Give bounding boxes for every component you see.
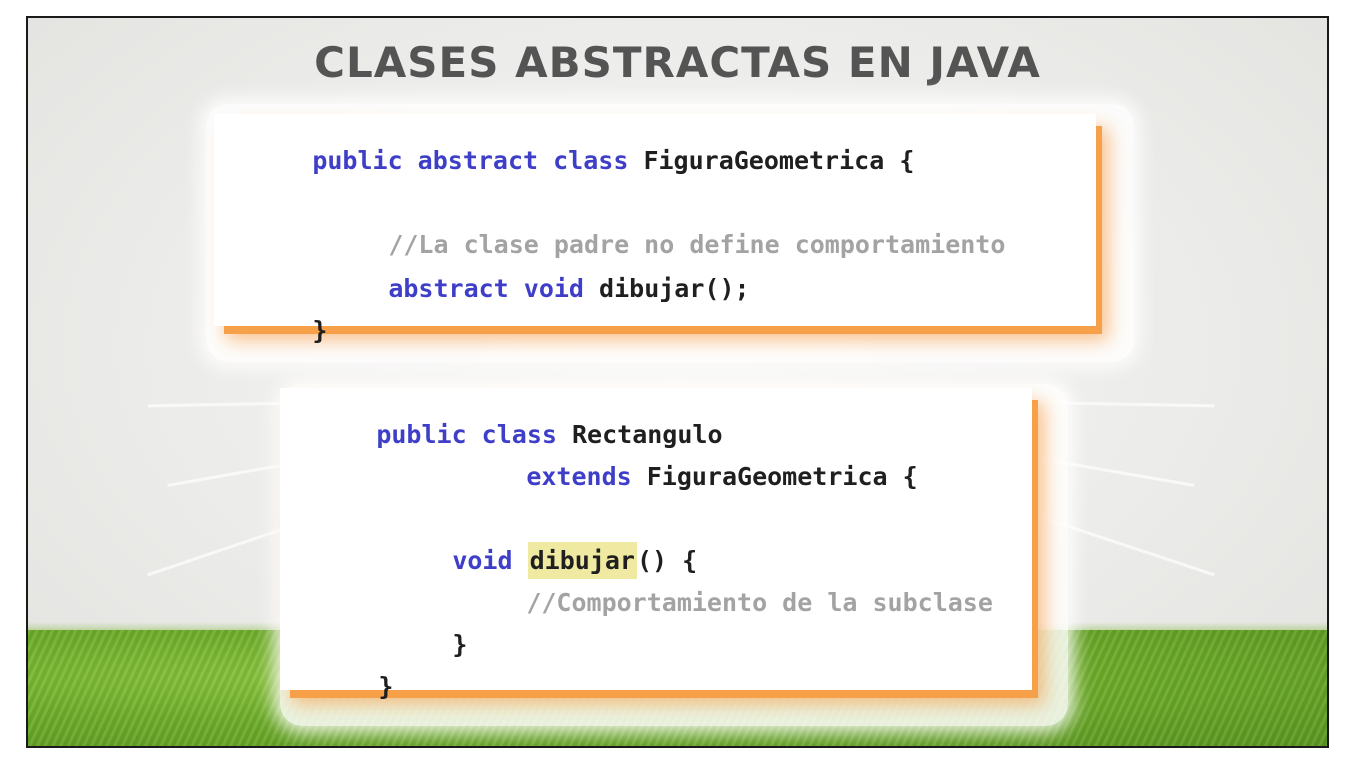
code-comment-text: //Comportamiento de la subclase: [526, 588, 993, 617]
slide-title: CLASES ABSTRACTAS EN JAVA: [314, 38, 1041, 87]
code-keyword: abstract void: [388, 274, 584, 303]
code-text: }: [312, 316, 328, 345]
code-text: FiguraGeometrica {: [631, 462, 918, 491]
code-line: abstract void dibujar();: [298, 244, 750, 334]
code-block-subclass: public class Rectangulo extends FiguraGe…: [280, 388, 1032, 701]
code-keyword: extends: [526, 462, 632, 491]
code-block-abstract: public abstract class FiguraGeometrica {…: [214, 114, 1096, 345]
code-comment: //Comportamiento de la subclase: [436, 558, 993, 648]
code-line: }: [222, 286, 327, 376]
code-text: dibujar();: [583, 274, 750, 303]
code-text: }: [452, 630, 468, 659]
code-line: extends FiguraGeometrica {: [436, 432, 918, 522]
code-keyword: public abstract class: [312, 146, 629, 175]
slide: CLASES ABSTRACTAS EN JAVA public abstrac…: [26, 16, 1329, 748]
code-line: public abstract class FiguraGeometrica {: [222, 116, 914, 206]
code-text: }: [378, 672, 394, 701]
code-line: }: [288, 642, 393, 732]
code-text: FiguraGeometrica {: [628, 146, 915, 175]
